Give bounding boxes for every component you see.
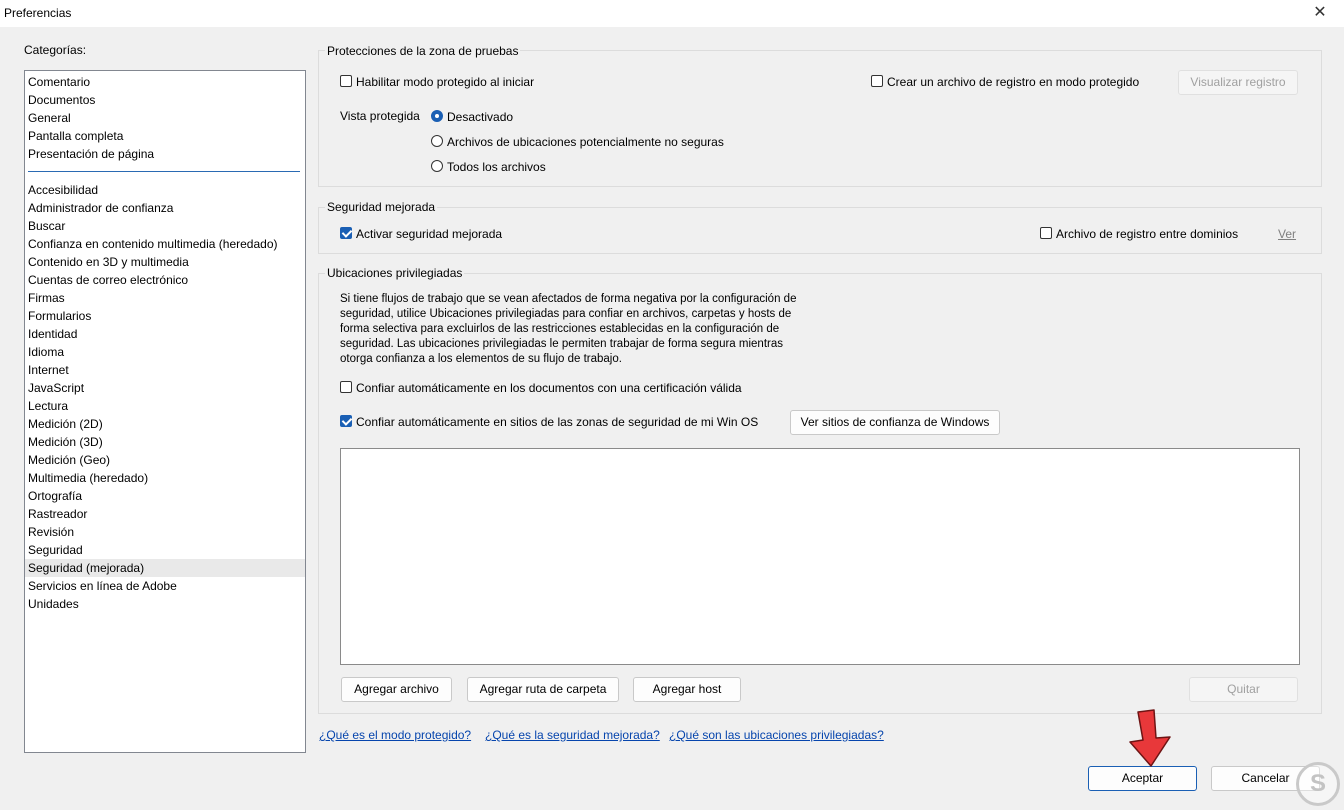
category-item[interactable]: Multimedia (heredado) — [28, 469, 148, 487]
radio-all-files[interactable] — [431, 160, 443, 172]
category-item[interactable]: Ortografía — [28, 487, 82, 505]
category-item[interactable]: Pantalla completa — [28, 127, 123, 145]
category-item[interactable]: Idioma — [28, 343, 64, 361]
radio-unsafe-locations[interactable] — [431, 135, 443, 147]
category-item[interactable]: General — [28, 109, 71, 127]
trust-win-zones-label[interactable]: Confiar automáticamente en sitios de las… — [356, 415, 758, 429]
log-file-checkbox[interactable] — [871, 75, 883, 87]
enable-enhanced-security-label[interactable]: Activar seguridad mejorada — [356, 227, 502, 241]
category-item[interactable]: Cuentas de correo electrónico — [28, 271, 188, 289]
watermark-letter: S — [1309, 770, 1326, 797]
category-item[interactable]: Formularios — [28, 307, 91, 325]
category-item[interactable]: Lectura — [28, 397, 68, 415]
categories-label: Categorías: — [24, 43, 87, 57]
protected-mode-help-link[interactable]: ¿Qué es el modo protegido? — [319, 728, 471, 742]
watermark-logo: S — [1296, 762, 1340, 806]
trust-certified-label[interactable]: Confiar automáticamente en los documento… — [356, 381, 742, 395]
category-item[interactable]: Rastreador — [28, 505, 87, 523]
remove-button[interactable]: Quitar — [1189, 677, 1298, 702]
view-log-link[interactable]: Ver — [1278, 227, 1296, 241]
close-icon[interactable]: ✕ — [1306, 2, 1334, 24]
category-item[interactable]: Buscar — [28, 217, 65, 235]
privileged-locations-help-link[interactable]: ¿Qué son las ubicaciones privilegiadas? — [669, 728, 884, 742]
title-bar: Preferencias ✕ — [0, 0, 1344, 27]
category-item[interactable]: Medición (3D) — [28, 433, 103, 451]
enhanced-security-help-link[interactable]: ¿Qué es la seguridad mejorada? — [485, 728, 660, 742]
category-item[interactable]: Seguridad — [28, 541, 83, 559]
privileged-locations-title: Ubicaciones privilegiadas — [325, 266, 465, 280]
enhanced-security-title: Seguridad mejorada — [325, 200, 438, 214]
protected-mode-checkbox-box[interactable] — [340, 75, 352, 87]
category-item[interactable]: Contenido en 3D y multimedia — [28, 253, 189, 271]
description-line: Si tiene flujos de trabajo que se vean a… — [340, 293, 797, 305]
protected-view-label: Vista protegida — [340, 109, 420, 123]
category-item[interactable]: Revisión — [28, 523, 74, 541]
description-line: seguridad, utilice Ubicaciones privilegi… — [340, 308, 792, 320]
add-folder-path-button[interactable]: Agregar ruta de carpeta — [467, 677, 619, 702]
radio-all-files-label[interactable]: Todos los archivos — [447, 160, 546, 174]
category-item[interactable]: Firmas — [28, 289, 65, 307]
enable-enhanced-security-checkbox[interactable] — [340, 227, 352, 239]
radio-deactivated-label[interactable]: Desactivado — [447, 110, 513, 124]
privileged-description: Si tiene flujos de trabajo que se vean a… — [340, 292, 840, 367]
description-line: otorga confianza a los elementos de su f… — [340, 353, 622, 365]
privileged-locations-list[interactable] — [340, 448, 1300, 665]
category-item[interactable]: Medición (2D) — [28, 415, 103, 433]
trust-certified-checkbox[interactable] — [340, 381, 352, 393]
radio-deactivated[interactable] — [431, 110, 443, 122]
category-item[interactable]: Servicios en línea de Adobe — [28, 577, 177, 595]
category-item[interactable]: Unidades — [28, 595, 79, 613]
add-host-button[interactable]: Agregar host — [633, 677, 741, 702]
categories-separator — [28, 171, 300, 172]
category-item[interactable]: JavaScript — [28, 379, 84, 397]
window-title: Preferencias — [4, 6, 72, 20]
protected-mode-checkbox[interactable] — [340, 75, 353, 88]
category-item[interactable]: Identidad — [28, 325, 77, 343]
cross-domain-log-checkbox[interactable] — [1040, 227, 1052, 239]
category-item[interactable]: Medición (Geo) — [28, 451, 110, 469]
category-item[interactable]: Internet — [28, 361, 69, 379]
red-arrow-annotation — [1129, 709, 1171, 767]
description-line: forma selectiva para excluirlos de las r… — [340, 323, 780, 335]
categories-list[interactable]: Comentario Documentos General Pantalla comp… — [24, 70, 306, 753]
category-item[interactable]: Documentos — [28, 91, 95, 109]
description-line: seguridad. Las ubicaciones privilegiadas… — [340, 338, 783, 350]
radio-unsafe-locations-label[interactable]: Archivos de ubicaciones potencialmente n… — [447, 135, 724, 149]
protected-mode-label[interactable]: Habilitar modo protegido al iniciar — [356, 75, 534, 89]
log-file-label[interactable]: Crear un archivo de registro en modo pro… — [887, 75, 1139, 89]
add-file-button[interactable]: Agregar archivo — [341, 677, 452, 702]
category-item[interactable]: Comentario — [28, 73, 90, 91]
cross-domain-log-label[interactable]: Archivo de registro entre dominios — [1056, 227, 1238, 241]
category-item[interactable]: Confianza en contenido multimedia (hered… — [28, 235, 278, 253]
category-item[interactable]: Accesibilidad — [28, 181, 98, 199]
trust-win-zones-checkbox[interactable] — [340, 415, 352, 427]
category-item[interactable]: Administrador de confianza — [28, 199, 173, 217]
view-windows-trusted-sites-button[interactable]: Ver sitios de confianza de Windows — [790, 410, 1000, 435]
category-item[interactable]: Presentación de página — [28, 145, 154, 163]
sandbox-group-title: Protecciones de la zona de pruebas — [325, 44, 521, 58]
view-log-button[interactable]: Visualizar registro — [1178, 70, 1298, 95]
category-item[interactable]: Seguridad (mejorada) — [25, 559, 305, 577]
